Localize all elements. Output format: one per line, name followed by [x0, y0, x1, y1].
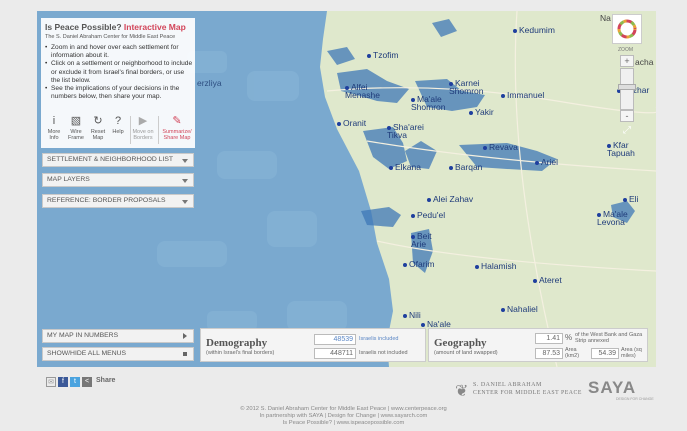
settlement-ofarim[interactable]: Ofarim — [403, 259, 435, 269]
reset-map-button[interactable]: ↻ Reset Map — [87, 114, 109, 141]
app-logo — [612, 14, 642, 44]
demography-title: Demography — [206, 337, 268, 349]
share-icon[interactable]: < — [82, 377, 92, 387]
footer-partnership[interactable]: In partnership with SAYA | Design for Ch… — [0, 413, 687, 419]
settlement-elkana[interactable]: Elkana — [389, 162, 421, 172]
settlement-peduel[interactable]: Pedu'el — [411, 210, 445, 220]
info-icon: i — [52, 115, 56, 127]
geography-panel: Geography (amount of land swapped) 1.41 … — [428, 328, 648, 362]
map-layers-menu[interactable]: MAP LAYERS — [42, 173, 194, 187]
ring-logo-icon — [617, 19, 637, 39]
summarize-share-button[interactable]: ✎ Summarize/ Share Map — [160, 114, 194, 141]
reset-icon: ↻ — [93, 115, 103, 127]
map-label-top-right: Na — [600, 13, 611, 23]
app-subtitle: The S. Daniel Abraham Center for Middle … — [45, 34, 176, 40]
app-title-accent: Interactive Map — [123, 22, 186, 32]
settlement-alei-zahav[interactable]: Alei Zahav — [427, 194, 473, 204]
area-km-label: Area (km2) — [565, 347, 580, 359]
area-miles-label: Area (sq miles) — [621, 347, 642, 359]
settlement-nili[interactable]: Nili — [403, 310, 421, 320]
footer-site[interactable]: Is Peace Possible? | www.ispeacepossible… — [0, 420, 687, 426]
toolbar-divider — [158, 116, 159, 144]
geography-subtitle: (amount of land swapped) — [434, 350, 498, 356]
instruction-item: Zoom in and hover over each settlement f… — [45, 44, 195, 60]
settlement-nahaliel[interactable]: Nahaliel — [501, 304, 538, 314]
move-on-borders-button[interactable]: ▶ Move on Borders — [130, 114, 156, 141]
percent-annexed-label: of the West Bank and Gaza Strip annexed — [575, 332, 643, 344]
settlement-barqan[interactable]: Barqan — [449, 162, 482, 172]
settlement-alfei-menashe[interactable]: Alfei Menashe — [345, 83, 383, 99]
settlement-kfar-tapuah[interactable]: Kfar Tapuah — [607, 141, 641, 157]
settlement-halamish[interactable]: Halamish — [475, 261, 516, 271]
settlement-oranit[interactable]: Oranit — [337, 118, 366, 128]
chevron-down-icon — [182, 179, 188, 183]
settlement-immanuel[interactable]: Immanuel — [501, 90, 544, 100]
settlement-beit-arie[interactable]: Beit Arie — [411, 232, 437, 248]
square-icon — [183, 352, 187, 356]
settlement-ateret[interactable]: Ateret — [533, 275, 562, 285]
instruction-item: See the implications of your decisions i… — [45, 85, 195, 101]
toolbar: i More Info ▧ Wire Frame ↻ Reset Map ? H… — [42, 114, 194, 148]
settlement-tzofim[interactable]: Tzofim — [367, 50, 399, 60]
show-hide-menus-button[interactable]: SHOW/HIDE ALL MENUS — [42, 347, 194, 361]
israelis-included-value: 48539 — [314, 334, 356, 345]
settlement-karnei-shomron[interactable]: Karnei Shomron — [449, 79, 489, 95]
chevron-down-icon — [182, 159, 188, 163]
settlement-kedumim[interactable]: Kedumim — [513, 25, 555, 35]
border-proposals-menu[interactable]: REFERENCE: BORDER PROPOSALS — [42, 194, 194, 208]
settlement-yakir[interactable]: Yakir — [469, 107, 494, 117]
abraham-center-logo[interactable]: ❦ S. DANIEL ABRAHAM CENTER FOR MIDDLE EA… — [455, 380, 585, 402]
settlement-shaarei-tikva[interactable]: Sha'arei Tikva — [387, 123, 427, 139]
help-icon: ? — [114, 115, 122, 127]
my-map-numbers-menu[interactable]: MY MAP IN NUMBERS — [42, 329, 194, 343]
area-km-value: 87.53 — [535, 348, 563, 359]
instruction-item: Click on a settlement or neighborhood to… — [45, 60, 195, 85]
percent-symbol: % — [565, 333, 573, 342]
saya-logo[interactable]: SAYA DESIGN FOR CHANGE — [588, 378, 654, 404]
israelis-not-included-label: Israelis not included — [359, 350, 408, 356]
help-button[interactable]: ? Help — [107, 114, 129, 135]
demography-subtitle: (within Israel's final borders) — [206, 350, 275, 356]
israelis-not-included-value: 448711 — [314, 348, 356, 359]
instructions-list: Zoom in and hover over each settlement f… — [45, 44, 195, 101]
twitter-icon[interactable]: t — [70, 377, 80, 387]
wireframe-icon: ▧ — [70, 115, 82, 127]
area-miles-value: 54.39 — [591, 348, 619, 359]
chevron-right-icon — [183, 333, 187, 339]
map-label-right-edge: acha — [635, 57, 654, 67]
settlement-maale-levona[interactable]: Ma'ale Levona — [597, 210, 633, 226]
more-info-button[interactable]: i More Info — [43, 114, 65, 141]
settlement-list-menu[interactable]: SETTLEMENT & NEIGHBORHOOD LIST — [42, 153, 194, 167]
demography-panel: Demography (within Israel's final border… — [200, 328, 426, 362]
dove-icon: ❦ — [455, 383, 469, 400]
facebook-icon[interactable]: f — [58, 377, 68, 387]
zoom-in-button[interactable]: + — [620, 55, 634, 67]
map-label-left-edge: erzliya — [197, 78, 222, 88]
footer-copyright[interactable]: © 2012 S. Daniel Abraham Center for Midd… — [0, 406, 687, 412]
israelis-included-label: Israelis included — [359, 336, 399, 342]
zoom-out-button[interactable]: - — [620, 110, 634, 122]
percent-annexed-value: 1.41 — [535, 333, 563, 344]
share-icon: ✎ — [172, 115, 182, 127]
settlement-eli[interactable]: Eli — [623, 194, 638, 204]
settlement-ariel[interactable]: Ariel — [535, 157, 558, 167]
wire-frame-button[interactable]: ▧ Wire Frame — [65, 114, 87, 141]
settlement-revava[interactable]: Revava — [483, 142, 518, 152]
zoom-label: ZOOM — [618, 47, 633, 53]
app-title: Is Peace Possible? Interactive Map — [45, 22, 186, 32]
chevron-down-icon — [182, 200, 188, 204]
settlement-maale-shomron[interactable]: Ma'ale Shomron — [411, 95, 451, 111]
email-icon[interactable]: ✉ — [46, 377, 56, 387]
share-label[interactable]: Share — [96, 377, 115, 384]
zoom-slider-handle[interactable] — [618, 84, 636, 90]
land-area — [320, 11, 656, 367]
instructions-panel: Is Peace Possible? Interactive Map The S… — [41, 18, 195, 148]
play-icon: ▶ — [138, 115, 148, 127]
fullscreen-icon[interactable]: ⤢ — [620, 126, 634, 138]
geography-title: Geography — [434, 337, 487, 349]
